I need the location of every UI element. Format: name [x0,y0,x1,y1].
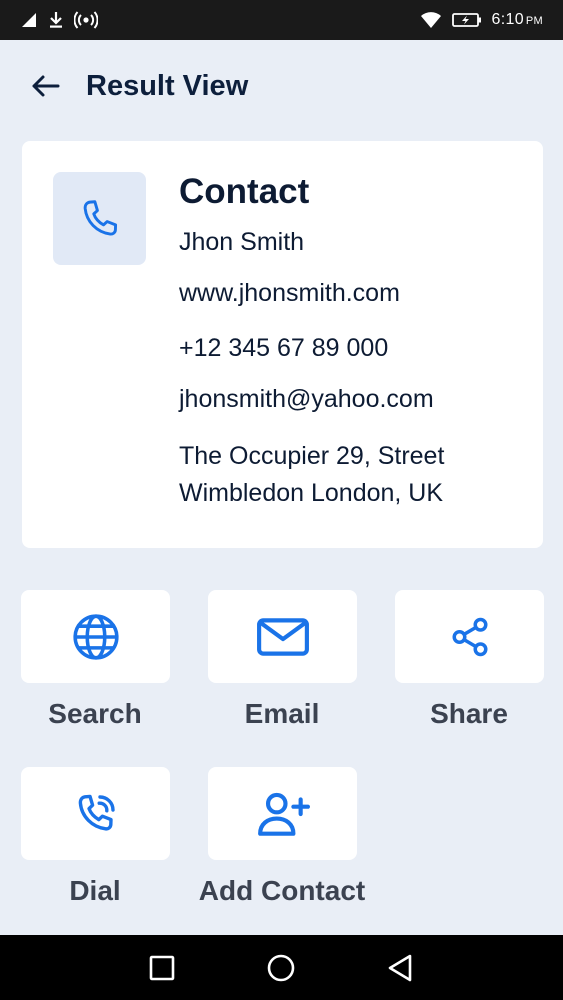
page-title: Result View [86,69,249,102]
contact-type-icon-box [53,172,146,265]
arrow-left-icon [32,75,60,97]
card-title: Contact [179,172,310,211]
circle-icon [267,954,295,982]
contact-card: Contact Jhon Smith www.jhonsmith.com +12… [22,141,543,548]
email-button[interactable] [208,590,357,683]
system-nav-bar [0,935,563,1000]
contact-address-line2: Wimbledon London, UK [179,479,444,507]
signal-icon [22,13,36,27]
contact-name: Jhon Smith [179,228,305,256]
battery-charging-icon [451,13,481,27]
email-label: Email [244,698,320,729]
recents-button[interactable] [147,953,177,983]
contact-website: www.jhonsmith.com [179,279,400,307]
status-right: 6:10 PM [420,11,543,29]
square-icon [149,955,175,981]
add-user-icon [257,792,310,836]
share-label: Share [430,698,508,729]
download-icon [50,12,62,28]
phone-call-icon [78,794,115,831]
contact-email: jhonsmith@yahoo.com [179,385,434,413]
dial-button[interactable] [21,767,170,860]
back-button[interactable] [28,69,62,103]
globe-icon [72,613,119,660]
hotspot-icon [74,11,98,29]
mail-icon [256,617,309,656]
home-button[interactable] [266,953,296,983]
share-button[interactable] [395,590,544,683]
dial-label: Dial [69,875,121,906]
add-contact-label: Add Contact [198,875,366,906]
phone-icon [83,199,117,236]
contact-details: Contact Jhon Smith www.jhonsmith.com +12… [179,171,529,512]
status-bar: 6:10 PM [0,0,563,40]
search-label: Search [48,698,142,729]
wifi-icon [420,12,441,28]
share-icon [452,617,487,656]
contact-phone: +12 345 67 89 000 [179,334,389,362]
status-time: 6:10 PM [491,11,543,28]
contact-address-line1: The Occupier 29, Street [179,442,445,470]
back-nav-button[interactable] [385,953,415,983]
status-left [20,11,98,29]
add-contact-button[interactable] [208,767,357,860]
app-header: Result View [0,40,563,132]
search-button[interactable] [21,590,170,683]
triangle-back-icon [388,954,412,982]
